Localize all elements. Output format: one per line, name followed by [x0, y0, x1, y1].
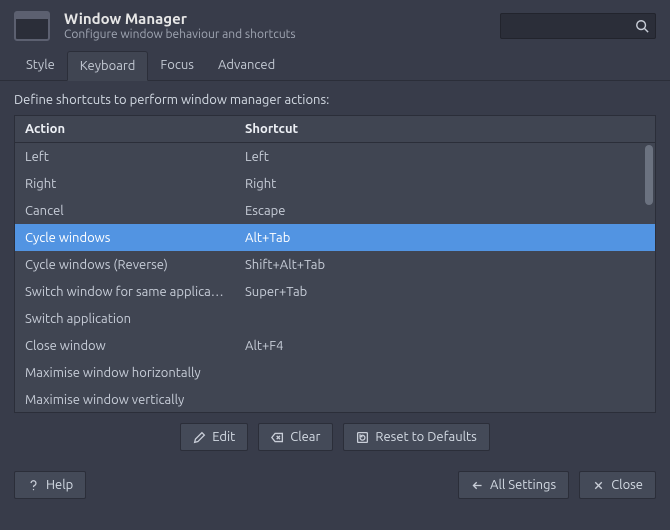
action-buttons: Edit Clear Reset to Defaults	[14, 423, 656, 451]
edit-label: Edit	[212, 430, 235, 444]
cell-action: Switch application	[15, 312, 235, 326]
arrow-left-icon	[471, 479, 484, 492]
pencil-icon	[193, 431, 206, 444]
backspace-icon	[271, 431, 284, 444]
cell-action: Cycle windows	[15, 231, 235, 245]
tab-keyboard[interactable]: Keyboard	[67, 51, 149, 81]
shortcuts-table: Action Shortcut LeftLeftRightRightCancel…	[14, 115, 656, 413]
column-header-action[interactable]: Action	[15, 116, 235, 142]
table-row[interactable]: Cycle windowsAlt+Tab	[15, 224, 655, 251]
cell-shortcut: Left	[235, 150, 655, 164]
table-body[interactable]: LeftLeftRightRightCancelEscapeCycle wind…	[15, 143, 655, 412]
header-subtitle: Configure window behaviour and shortcuts	[64, 28, 486, 41]
tab-advanced[interactable]: Advanced	[206, 51, 287, 80]
help-button[interactable]: Help	[14, 471, 86, 499]
reset-label: Reset to Defaults	[375, 430, 476, 444]
tab-style[interactable]: Style	[14, 51, 67, 80]
reset-icon	[356, 431, 369, 444]
content: Define shortcuts to perform window manag…	[0, 81, 670, 461]
table-header: Action Shortcut	[15, 116, 655, 143]
scrollbar-thumb[interactable]	[645, 145, 653, 205]
table-row[interactable]: LeftLeft	[15, 143, 655, 170]
clear-button[interactable]: Clear	[258, 423, 333, 451]
cell-shortcut: Right	[235, 177, 655, 191]
reset-button[interactable]: Reset to Defaults	[343, 423, 489, 451]
footer: Help All Settings Close	[0, 461, 670, 511]
cell-shortcut: Alt+Tab	[235, 231, 655, 245]
table-row[interactable]: RightRight	[15, 170, 655, 197]
header-text: Window Manager Configure window behaviou…	[64, 10, 486, 41]
table-row[interactable]: Close windowAlt+F4	[15, 332, 655, 359]
all-settings-button[interactable]: All Settings	[458, 471, 569, 499]
table-row[interactable]: Cycle windows (Reverse)Shift+Alt+Tab	[15, 251, 655, 278]
clear-label: Clear	[290, 430, 320, 444]
cell-action: Maximise window horizontally	[15, 366, 235, 380]
cell-action: Cancel	[15, 204, 235, 218]
column-header-shortcut[interactable]: Shortcut	[235, 116, 655, 142]
cell-shortcut: Shift+Alt+Tab	[235, 258, 655, 272]
scrollbar[interactable]	[645, 145, 653, 410]
close-icon	[592, 479, 605, 492]
close-label: Close	[611, 478, 643, 492]
instruction-label: Define shortcuts to perform window manag…	[14, 93, 656, 107]
cell-action: Close window	[15, 339, 235, 353]
table-row[interactable]: Switch application	[15, 305, 655, 332]
question-icon	[27, 479, 40, 492]
cell-action: Right	[15, 177, 235, 191]
all-settings-label: All Settings	[490, 478, 556, 492]
cell-shortcut: Escape	[235, 204, 655, 218]
cell-shortcut: Alt+F4	[235, 339, 655, 353]
cell-action: Maximise window vertically	[15, 393, 235, 407]
cell-action: Cycle windows (Reverse)	[15, 258, 235, 272]
table-row[interactable]: Maximise window horizontally	[15, 359, 655, 386]
search-input[interactable]	[500, 13, 656, 39]
spacer	[96, 471, 448, 499]
cell-action: Left	[15, 150, 235, 164]
tabs: StyleKeyboardFocusAdvanced	[0, 51, 670, 81]
help-label: Help	[46, 478, 73, 492]
table-row[interactable]: CancelEscape	[15, 197, 655, 224]
table-row[interactable]: Switch window for same applicationSuper+…	[15, 278, 655, 305]
edit-button[interactable]: Edit	[180, 423, 248, 451]
table-row[interactable]: Maximise window vertically	[15, 386, 655, 412]
search-icon	[635, 19, 649, 33]
header: Window Manager Configure window behaviou…	[0, 0, 670, 51]
window-manager-icon	[14, 11, 50, 41]
cell-shortcut: Super+Tab	[235, 285, 655, 299]
header-title: Window Manager	[64, 10, 486, 27]
cell-action: Switch window for same application	[15, 285, 235, 299]
close-button[interactable]: Close	[579, 471, 656, 499]
tab-focus[interactable]: Focus	[148, 51, 206, 80]
